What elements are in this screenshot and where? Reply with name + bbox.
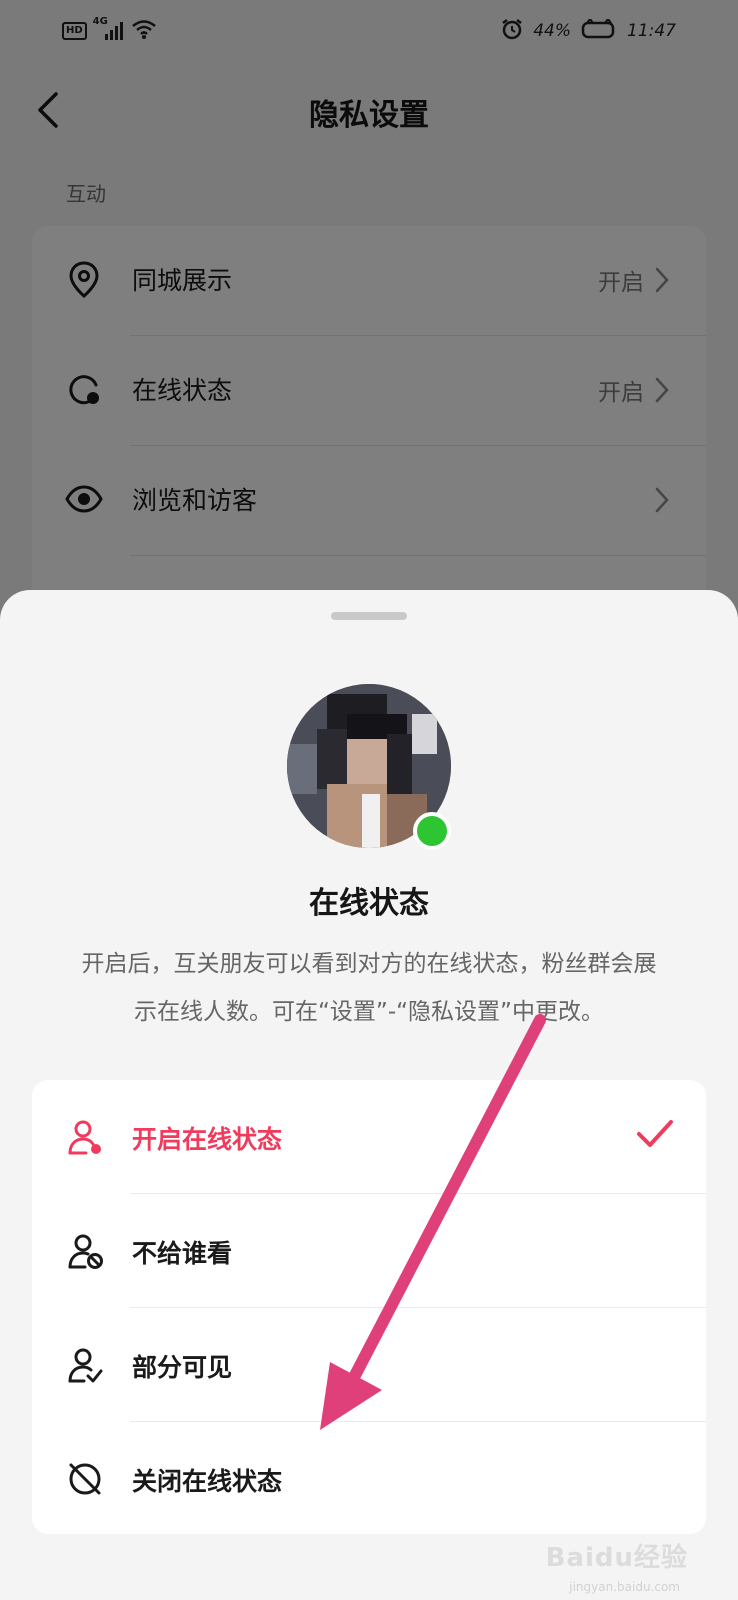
option-partially-visible[interactable]: 部分可见 (32, 1308, 706, 1422)
watermark-logo: Baidu经验 (545, 1543, 688, 1573)
option-hide-from[interactable]: 不给谁看 (32, 1194, 706, 1308)
option-label: 部分可见 (132, 1353, 233, 1382)
option-label: 开启在线状态 (132, 1125, 283, 1154)
status-off-icon (69, 1463, 101, 1495)
watermark-url: jingyan.baidu.com (569, 1580, 680, 1594)
description-line: 开启后，互关朋友可以看到对方的在线状态，粉丝群会展 (81, 951, 657, 977)
online-indicator-dot (413, 812, 451, 850)
person-online-icon (68, 1120, 101, 1155)
person-block-icon (68, 1234, 103, 1269)
checkmark-icon (637, 1120, 673, 1147)
sheet-title: 在线状态 (309, 886, 429, 921)
online-status-sheet: 在线状态 开启后，互关朋友可以看到对方的在线状态，粉丝群会展 示在线人数。可在“… (0, 590, 738, 1600)
description-line: 示在线人数。可在“设置”-“隐私设置”中更改。 (134, 999, 604, 1025)
person-check-icon (68, 1348, 103, 1383)
option-enable-online-status[interactable]: 开启在线状态 (32, 1080, 706, 1194)
avatar-container (287, 684, 451, 850)
sheet-drag-handle[interactable] (331, 612, 407, 620)
option-disable-online-status[interactable]: 关闭在线状态 (32, 1422, 706, 1536)
sheet-description: 开启后，互关朋友可以看到对方的在线状态，粉丝群会展 示在线人数。可在“设置”-“… (34, 940, 704, 1036)
option-label: 不给谁看 (132, 1239, 233, 1268)
options-card: 开启在线状态 不给谁看 部分可见 关闭在线状态 (32, 1080, 706, 1534)
option-label: 关闭在线状态 (132, 1467, 283, 1496)
